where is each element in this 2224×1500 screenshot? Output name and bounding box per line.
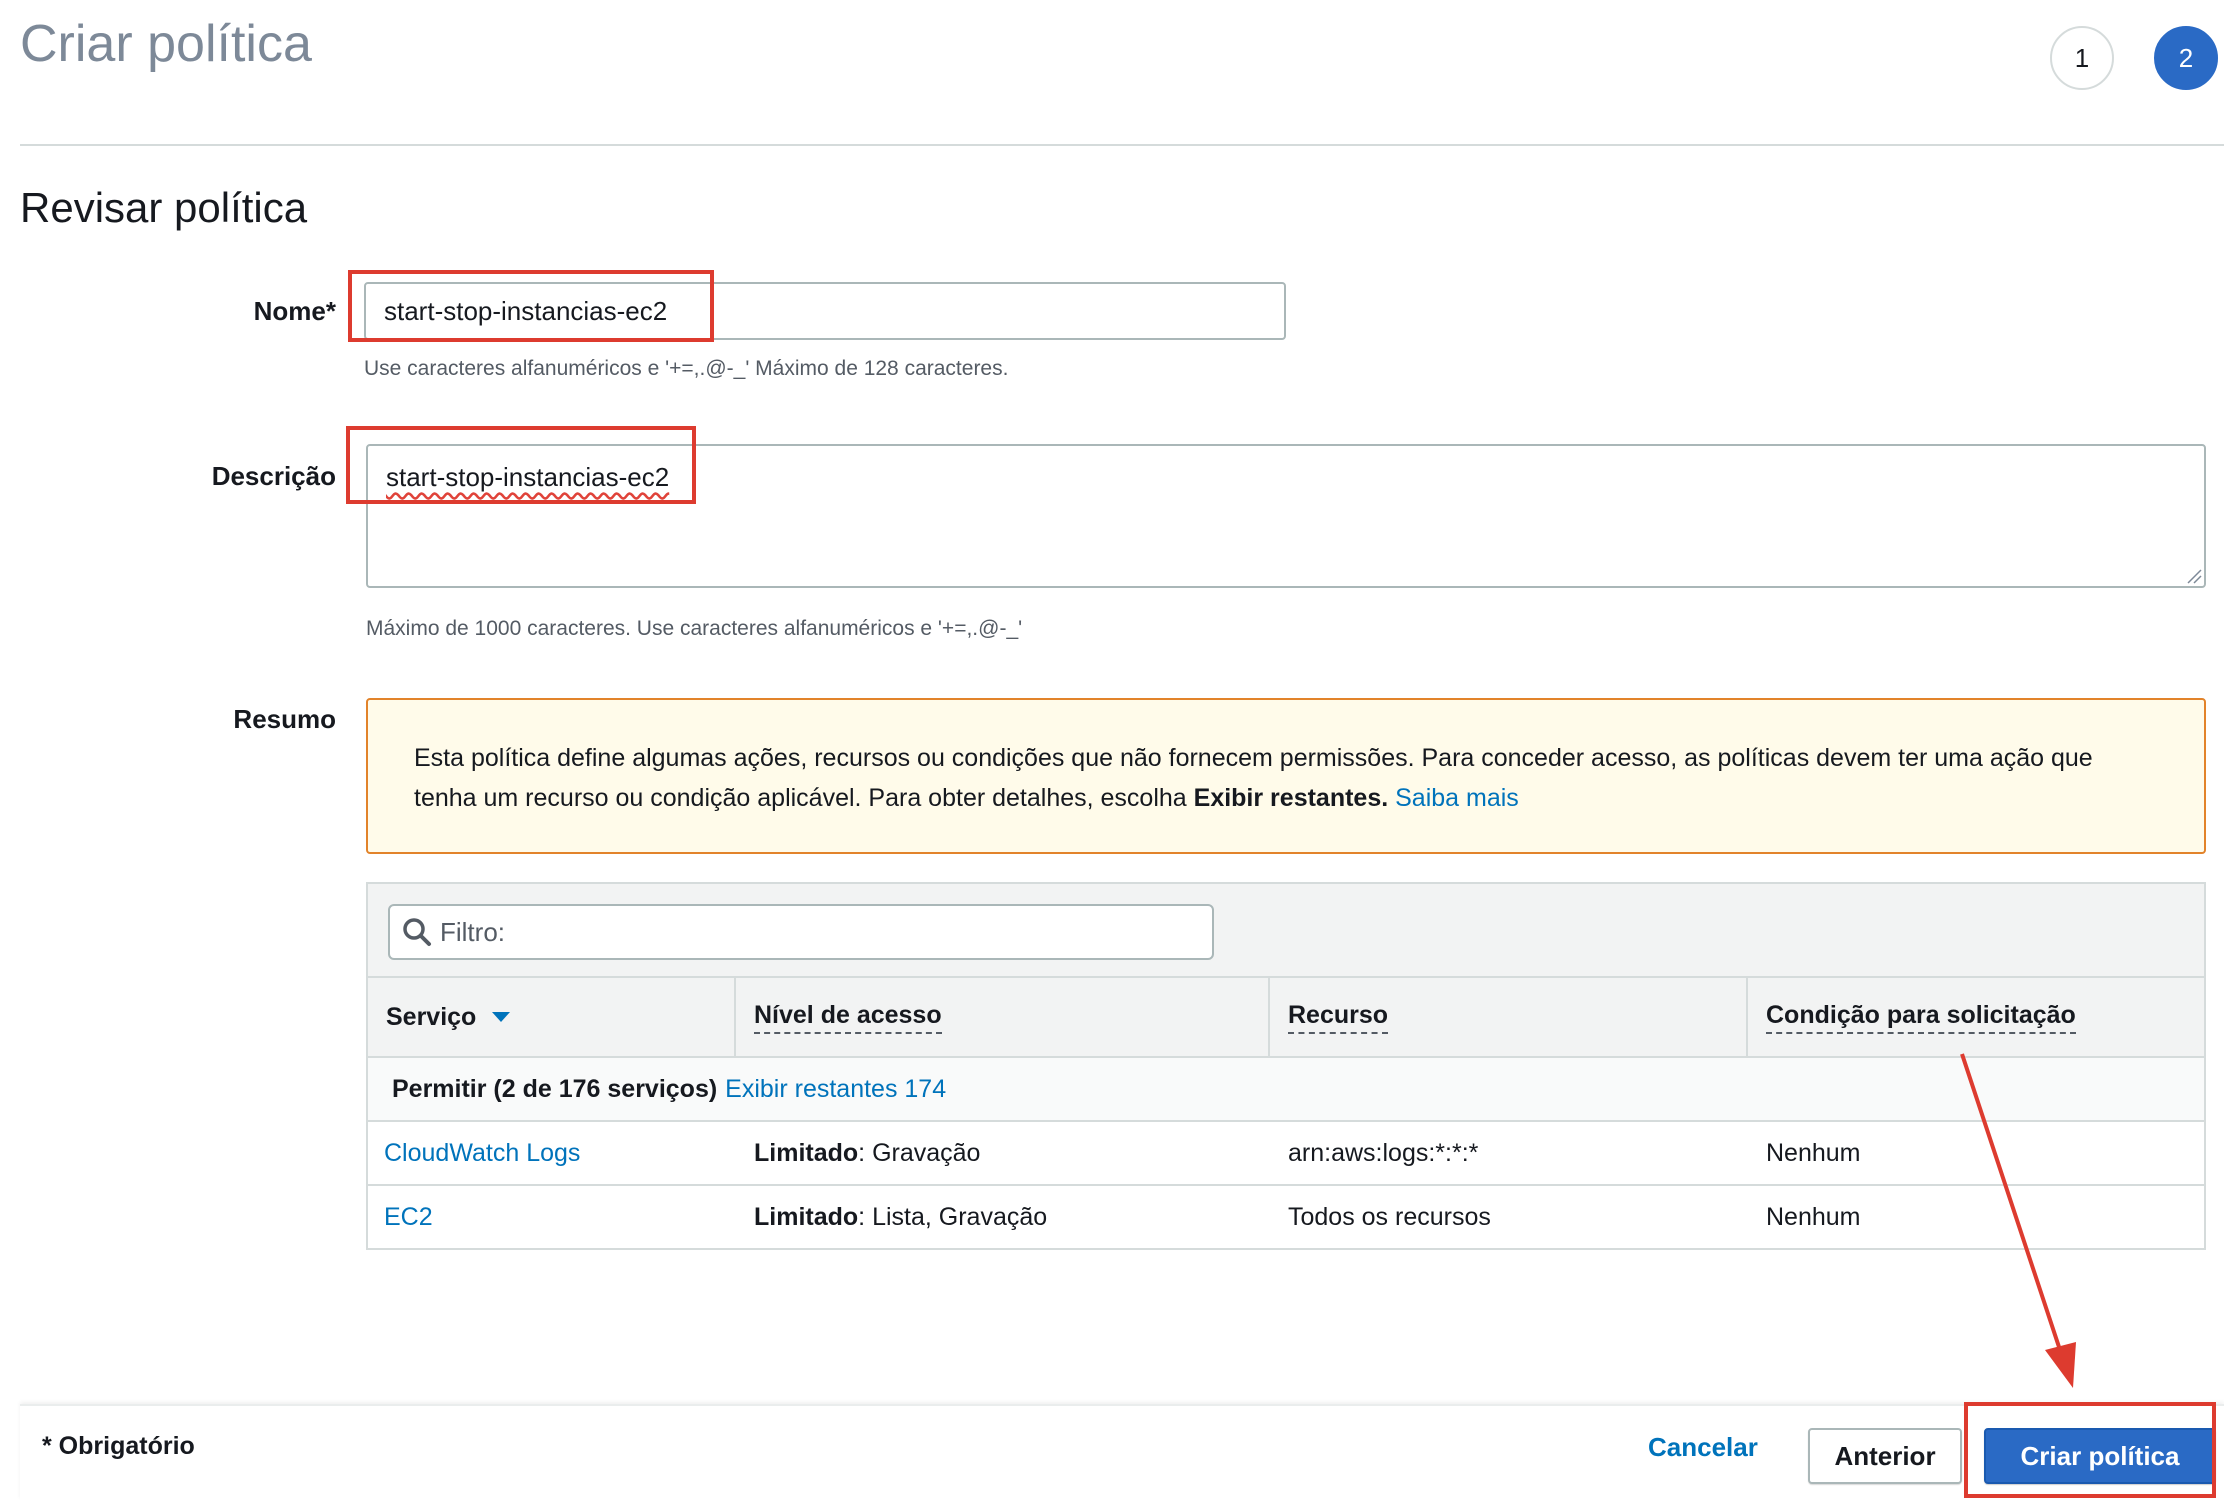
access-level-cell: Limitado: Lista, Gravação [736,1186,1270,1248]
service-link-ec2[interactable]: EC2 [384,1203,433,1232]
service-cell: EC2 [368,1186,736,1248]
annotation-box-create-button [1964,1402,2216,1498]
resource-cell: Todos os recursos [1288,1202,1491,1231]
name-hint: Use caracteres alfanuméricos e '+=,.@-_'… [364,357,1009,380]
description-label: Descrição [211,461,336,491]
filter-bar [368,884,2204,978]
access-level-cell: Limitado: Gravação [736,1122,1270,1184]
resize-handle-icon[interactable] [2186,568,2202,584]
column-header-condition: Condição para solicitação [1748,978,2204,1056]
table-header: Serviço Nível de acesso Recurso Condição… [368,978,2204,1058]
previous-button[interactable]: Anterior [1808,1428,1962,1484]
service-link-cloudwatch-logs[interactable]: CloudWatch Logs [384,1139,580,1168]
step-2-active[interactable]: 2 [2154,26,2218,90]
description-hint: Máximo de 1000 caracteres. Use caractere… [366,617,1023,640]
table-row: CloudWatch Logs Limitado: Gravação arn:a… [368,1122,2204,1186]
name-label: Nome* [253,296,336,326]
warning-alert: Esta política define algumas ações, recu… [366,698,2206,854]
learn-more-link[interactable]: Saiba mais [1395,784,1519,812]
summary-label: Resumo [233,704,336,734]
column-header-resource-label: Recurso [1288,1001,1389,1034]
condition-cell: Nenhum [1766,1138,1861,1167]
column-header-service-label: Serviço [386,1002,477,1031]
access-level-bold: Limitado [754,1202,859,1231]
page-title: Criar política [20,15,312,73]
column-header-service[interactable]: Serviço [368,978,736,1056]
column-header-access-level: Nível de acesso [736,978,1270,1056]
annotation-box-description [346,426,696,504]
wizard-steps: 1 2 [2050,26,2218,90]
column-header-resource: Recurso [1270,978,1748,1056]
allow-group-row: Permitir (2 de 176 serviços) Exibir rest… [368,1058,2204,1122]
allow-group-label: Permitir (2 de 176 serviços) [392,1074,718,1103]
search-icon [403,918,431,946]
service-cell: CloudWatch Logs [368,1122,736,1184]
condition-cell: Nenhum [1766,1202,1861,1231]
warning-bold-text: Exibir restantes. [1193,784,1389,812]
annotation-box-name [348,270,714,342]
show-remaining-link[interactable]: Exibir restantes 174 [725,1075,946,1104]
access-level-rest: : Lista, Gravação [858,1202,1048,1231]
section-title: Revisar política [20,184,308,231]
column-header-condition-label: Condição para solicitação [1766,1001,2076,1034]
footer-bar: * Obrigatório Cancelar Anterior Criar po… [20,1404,2224,1500]
resource-cell: arn:aws:logs:*:*:* [1288,1138,1479,1167]
access-level-rest: : Gravação [858,1138,981,1167]
column-header-access-level-label: Nível de acesso [754,1001,942,1034]
filter-input[interactable] [440,916,1180,948]
step-1[interactable]: 1 [2050,26,2114,90]
filter-box[interactable] [388,904,1214,960]
access-level-bold: Limitado [754,1138,859,1167]
page: Criar política 1 2 Revisar política Nome… [0,0,2224,1500]
header-divider [20,144,2224,146]
sort-descending-icon[interactable] [492,1012,511,1022]
required-note: * Obrigatório [42,1432,195,1460]
policy-summary-table: Serviço Nível de acesso Recurso Condição… [366,882,2206,1250]
cancel-button[interactable]: Cancelar [1648,1432,1758,1463]
table-row: EC2 Limitado: Lista, Gravação Todos os r… [368,1186,2204,1250]
